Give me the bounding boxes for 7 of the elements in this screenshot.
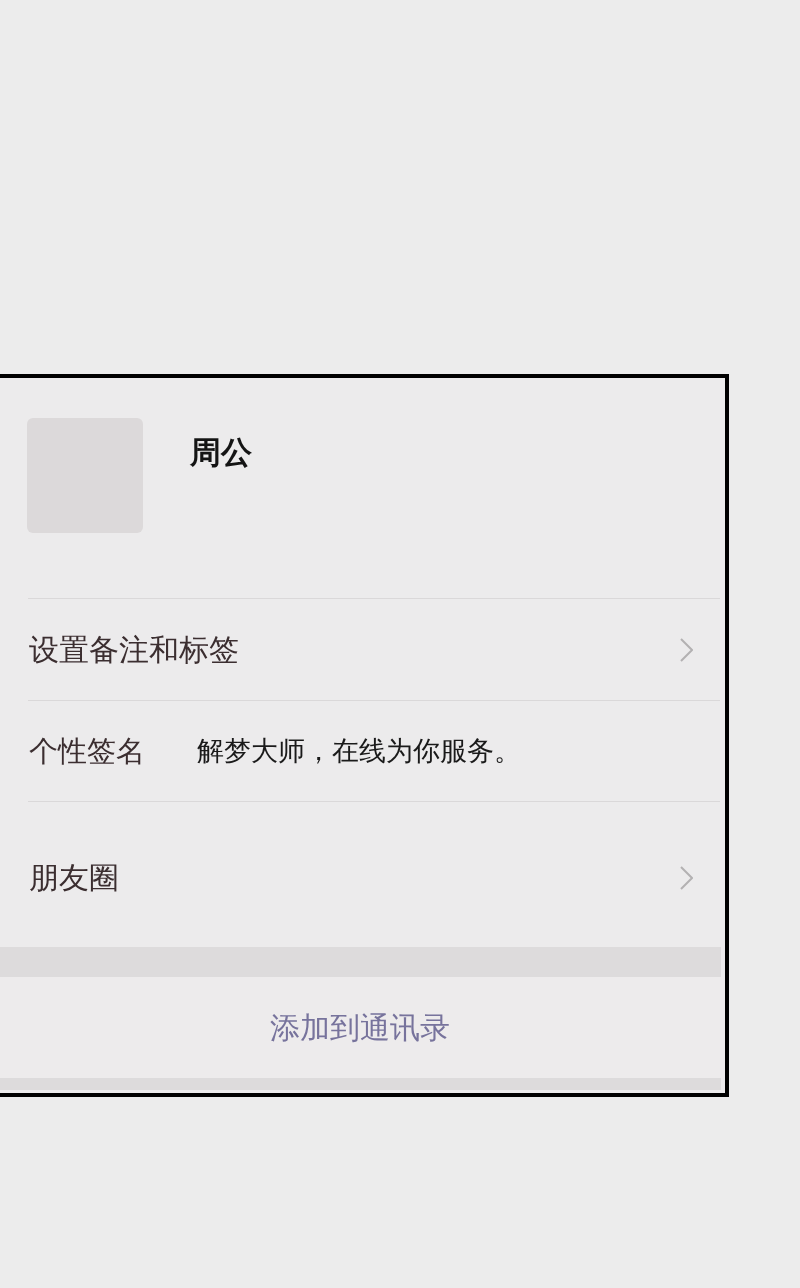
signature-text: 解梦大师，在线为你服务。 bbox=[197, 734, 521, 768]
chevron-right-icon bbox=[680, 865, 693, 890]
field-label: 个性签名 bbox=[29, 733, 146, 770]
contact-name: 周公 bbox=[190, 434, 252, 470]
chevron-right-icon bbox=[680, 637, 693, 662]
list-item[interactable]: 设置备注和标签 bbox=[0, 629, 725, 670]
list-item[interactable]: 朋友圈 bbox=[0, 857, 725, 898]
